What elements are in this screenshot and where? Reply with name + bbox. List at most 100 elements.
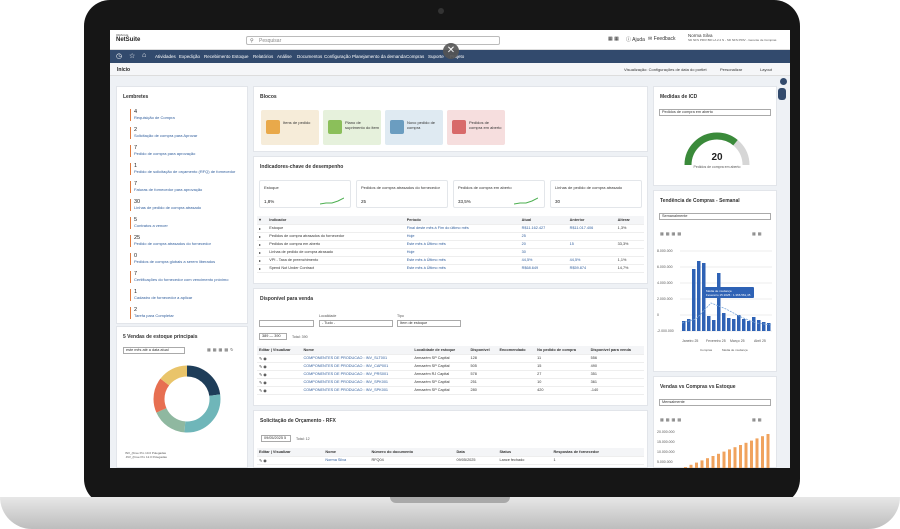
expand-icon[interactable]: ▸ <box>257 232 268 241</box>
table-row[interactable]: ✎ ◉ COMPONENTES DE PRODUCAO : INV_SPK001 A… <box>257 386 644 395</box>
nav-item[interactable]: Relatórios <box>253 54 273 59</box>
scroll-handle[interactable] <box>778 88 786 100</box>
quick-icons[interactable]: ▦ ▦ <box>608 36 619 42</box>
nav-item[interactable]: Análise <box>277 54 292 59</box>
header-cell[interactable]: Nome <box>301 346 413 355</box>
header-cell[interactable]: Respostas de fornecedor <box>551 448 644 457</box>
trend-bar[interactable] <box>762 322 766 331</box>
reminder-item[interactable]: 30 Linhas de pedido de compra atrasado <box>130 199 240 211</box>
vendas-select[interactable]: Mensalmente <box>659 399 771 406</box>
header-cell[interactable]: Alterar <box>615 216 644 225</box>
personalize-button[interactable]: Personalizar <box>720 67 742 72</box>
table-row[interactable]: ▸ Estoque Final deste mês à Fim do último … <box>257 224 644 233</box>
close-icon[interactable]: ✕ <box>443 43 459 59</box>
reminder-item[interactable]: 25 Pedido de compra atrasados do forneced… <box>130 235 240 247</box>
recent-icon[interactable]: ◷ <box>116 52 122 60</box>
kpi-card[interactable]: Pedidos de compra atrasados do fornecedo… <box>356 180 448 208</box>
nav-item[interactable]: Atividades <box>155 54 176 59</box>
trend-bar[interactable] <box>707 316 711 331</box>
header-cell[interactable]: No pedido de compra <box>535 346 589 355</box>
search-field[interactable] <box>259 320 314 327</box>
help-float-icon[interactable] <box>780 78 787 85</box>
nav-item[interactable]: Documentos <box>297 54 322 59</box>
vendas-bar[interactable] <box>755 438 759 468</box>
trend-bar[interactable] <box>717 273 721 331</box>
nav-item[interactable]: Configuração <box>324 54 351 59</box>
trend-bar[interactable] <box>697 261 701 331</box>
header-cell[interactable]: Período <box>404 216 520 225</box>
nav-item[interactable]: Suporte <box>428 54 444 59</box>
header-cell[interactable]: Disponível <box>468 346 498 355</box>
table-row[interactable]: ▸ Pedidos de compra em aberto Este mês à Ú… <box>257 240 644 249</box>
trend-bar[interactable] <box>692 269 696 331</box>
search-input[interactable]: ⚲ Pesquisar <box>246 36 500 45</box>
reminder-item[interactable]: 1 Pedido de solicitação de orçamento (RFQ… <box>130 163 240 175</box>
table-row[interactable]: ▸ Spend Not Under Contract Este mês à Últi… <box>257 264 644 273</box>
header-cell[interactable]: Número do documento <box>369 448 455 457</box>
tile-itens-pedido[interactable]: Itens de pedido <box>261 110 319 145</box>
gauge-select[interactable]: Pedidos de compra em aberto <box>659 109 771 116</box>
nav-item[interactable]: Compras <box>406 54 424 59</box>
vendas-bar[interactable] <box>717 453 720 468</box>
table-row[interactable]: ✎ ◉ COMPONENTES DE PRODUCAO : INV_CAP001 A… <box>257 362 644 371</box>
expand-icon[interactable]: ▸ <box>257 264 268 273</box>
edit-view-icons[interactable]: ✎ ◉ <box>257 370 302 379</box>
vendas-bar[interactable] <box>706 458 709 468</box>
edit-view-icons[interactable]: ✎ ◉ <box>257 386 302 395</box>
header-cell[interactable]: Nome <box>323 448 370 457</box>
reminder-item[interactable]: 5 Contratos a vencer <box>130 217 240 229</box>
header-cell[interactable]: Anterior <box>567 216 616 225</box>
vendas-bar[interactable] <box>689 464 693 468</box>
pager-select[interactable]: 389 — 390 <box>259 333 287 340</box>
rfq-filter-select[interactable]: 09/05/2025 5 <box>261 435 291 442</box>
trend-export-icons[interactable]: ▦▦ <box>752 231 764 236</box>
edit-view-icons[interactable]: ✎ ◉ <box>257 456 324 465</box>
vendas-bar[interactable] <box>733 447 737 468</box>
star-icon[interactable]: ☆ <box>129 52 135 60</box>
nav-item[interactable]: Estoque <box>232 54 249 59</box>
vendas-bar[interactable] <box>761 436 764 468</box>
vendas-bar[interactable] <box>695 462 698 468</box>
trend-bar[interactable] <box>757 320 761 331</box>
nav-item[interactable]: Recebimento <box>204 54 231 59</box>
tile-novo-pedido[interactable]: Novo pedido de compra <box>385 110 443 145</box>
header-cell[interactable]: Atual <box>519 216 568 225</box>
header-cell[interactable]: Editar | Visualizar <box>257 346 302 355</box>
table-row[interactable]: ▸ VPI - Taxa de preenchimento Este mês à Ú… <box>257 256 644 265</box>
kpi-card[interactable]: Linhas de pedido de compra atrasado 30 <box>550 180 642 208</box>
location-select[interactable]: - Tudo - <box>319 320 393 327</box>
vendas-bar[interactable] <box>728 449 731 468</box>
expand-icon[interactable]: ▸ <box>257 240 268 249</box>
vendas-bar[interactable] <box>684 467 687 468</box>
trend-bar[interactable] <box>747 321 751 331</box>
table-row[interactable]: ✎ ◉ COMPONENTES DE PRODUCAO : INV_SPK001 A… <box>257 378 644 387</box>
trend-chart-icons[interactable]: ▦▦▦▦ <box>660 231 683 236</box>
layout-button[interactable]: Layout <box>760 67 772 72</box>
reminder-item[interactable]: 1 Cadastro de fornecedor a aplicar <box>130 289 240 301</box>
nav-item[interactable]: Planejamento da demanda <box>352 54 406 59</box>
table-row[interactable]: ✎ ◉ Norma Silva RFQ04 09/05/2025 Lance fecha… <box>257 456 644 465</box>
trend-bar[interactable] <box>732 319 736 331</box>
vendas-export-icons[interactable]: ▦▦ <box>752 417 764 422</box>
home-icon[interactable]: ⌂ <box>142 52 146 59</box>
kpi-card[interactable]: Pedidos de compra em aberto 33,5% <box>453 180 545 208</box>
reminder-item[interactable]: 7 Certificações do fornecedor com vencime… <box>130 271 240 283</box>
user-menu[interactable]: Norma Silva SD NFS PRIV BR LA 2.2 N - SD… <box>688 33 788 43</box>
trend-bar[interactable] <box>712 320 716 331</box>
reminder-item[interactable]: 7 Faturas de fornecedor para aprovação <box>130 181 240 193</box>
header-cell[interactable]: Data <box>454 448 498 457</box>
reminder-item[interactable]: 2 Tarefa para Completar <box>130 307 240 319</box>
feedback-link[interactable]: ✉ Feedback <box>648 36 676 42</box>
expand-icon[interactable]: ▸ <box>257 248 268 257</box>
table-row[interactable]: ✎ ◉ COMPONENTES DE PRODUCAO : INV_PRS001 A… <box>257 370 644 379</box>
chart-type-icons[interactable]: ▦▦▦▦↻ <box>207 347 235 352</box>
trend-bar[interactable] <box>727 318 731 331</box>
netsuite-logo[interactable]: ORACLE NetSuite <box>116 34 140 44</box>
trend-bar[interactable] <box>722 313 726 331</box>
edit-view-icons[interactable]: ✎ ◉ <box>257 362 302 371</box>
tile-pedidos-aberto[interactable]: Pedidos de compra em aberto <box>447 110 505 145</box>
header-cell[interactable]: Indicador <box>267 216 405 225</box>
reminder-item[interactable]: 2 Solicitação de compra para Aprovar <box>130 127 240 139</box>
header-cell[interactable]: Disponível para venda <box>588 346 644 355</box>
vendas-bar[interactable] <box>744 442 748 468</box>
